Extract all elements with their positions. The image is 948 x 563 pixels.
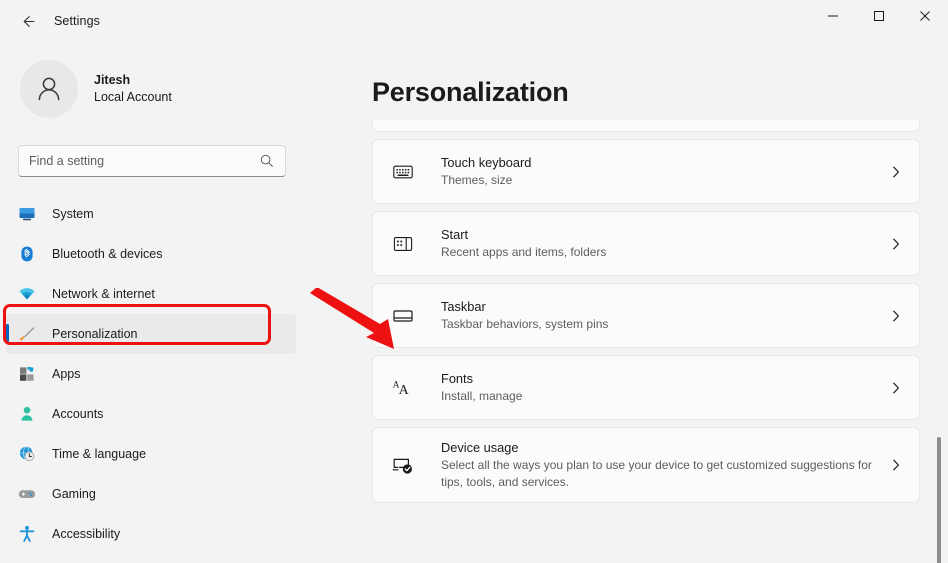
sidebar-item-bluetooth-devices[interactable]: Bluetooth & devices: [6, 234, 296, 274]
taskbar-icon: [391, 304, 415, 328]
settings-card-start[interactable]: Start Recent apps and items, folders: [372, 211, 920, 276]
start-menu-icon: [391, 232, 415, 256]
search-icon: [260, 154, 273, 167]
search-box[interactable]: [18, 145, 286, 177]
card-title: Fonts: [441, 371, 474, 386]
sidebar-item-apps[interactable]: Apps: [6, 354, 296, 394]
profile-name: Jitesh: [94, 73, 131, 87]
maximize-icon: [874, 11, 884, 21]
sidebar-item-label: Bluetooth & devices: [52, 247, 163, 261]
chevron-right-icon: [893, 238, 899, 249]
sidebar-item-time-language[interactable]: Time & language: [6, 434, 296, 474]
card-subtitle: Recent apps and items, folders: [441, 245, 607, 259]
search-container: [18, 145, 286, 177]
sidebar-item-accounts[interactable]: Accounts: [6, 394, 296, 434]
settings-card-device-usage[interactable]: Device usage Select all the ways you pla…: [372, 427, 920, 503]
person-avatar-icon: [38, 77, 60, 101]
user-profile[interactable]: Jitesh Local Account: [20, 60, 310, 118]
back-arrow-icon: [23, 15, 35, 27]
sidebar-item-accessibility[interactable]: Accessibility: [6, 514, 296, 554]
settings-card-fonts[interactable]: A A Fonts Install, manage: [372, 355, 920, 420]
sidebar-item-label: Personalization: [52, 327, 138, 341]
sidebar-item-label: Time & language: [52, 447, 147, 461]
sidebar-item-network-internet[interactable]: Network & internet: [6, 274, 296, 314]
sidebar-item-label: Accessibility: [52, 527, 121, 541]
account-person-icon: [18, 405, 36, 423]
settings-card-taskbar[interactable]: Taskbar Taskbar behaviors, system pins: [372, 283, 920, 348]
settings-card-touch-keyboard[interactable]: Touch keyboard Themes, size: [372, 139, 920, 204]
wifi-icon: [18, 285, 36, 303]
sidebar-item-system[interactable]: System: [6, 194, 296, 234]
window-controls: [810, 0, 948, 42]
system-monitor-icon: [18, 205, 36, 223]
chevron-right-button[interactable]: [889, 237, 903, 251]
card-title: Start: [441, 227, 469, 242]
main-content: Personalization Lock screen images, apps…: [310, 42, 948, 563]
apps-puzzle-icon: [18, 365, 36, 383]
accessibility-person-icon: [18, 525, 36, 543]
sidebar-item-personalization[interactable]: Personalization: [6, 314, 296, 354]
card-subtitle: Install, manage: [441, 389, 523, 403]
profile-account-type: Local Account: [94, 90, 172, 104]
settings-card-list: Lock screen images, apps, animations: [372, 120, 920, 563]
chevron-right-icon: [893, 310, 899, 321]
window-title: Settings: [54, 14, 100, 28]
svg-text:A: A: [399, 382, 410, 397]
minimize-button[interactable]: [810, 0, 856, 32]
sidebar-item-label: Network & internet: [52, 287, 155, 301]
sidebar-item-label: Gaming: [52, 487, 96, 501]
chevron-right-button[interactable]: [889, 381, 903, 395]
search-input[interactable]: [29, 154, 259, 168]
touch-keyboard-icon: [391, 160, 415, 184]
title-bar: Settings: [0, 0, 948, 42]
paintbrush-icon: [18, 325, 36, 343]
sidebar: Jitesh Local Account Find a setting Syst…: [0, 42, 310, 563]
bluetooth-icon: [18, 245, 36, 263]
game-controller-icon: [18, 485, 36, 503]
sidebar-nav: System Bluetooth & devices Network & int…: [0, 194, 296, 554]
scrollbar-thumb[interactable]: [937, 437, 941, 563]
chevron-right-icon: [893, 382, 899, 393]
close-button[interactable]: [902, 0, 948, 32]
card-subtitle: Select all the ways you plan to use your…: [441, 458, 872, 489]
sidebar-item-gaming[interactable]: Gaming: [6, 474, 296, 514]
close-icon: [920, 11, 930, 21]
chevron-right-button[interactable]: [889, 309, 903, 323]
device-usage-icon: [391, 453, 415, 477]
settings-card-lock-screen[interactable]: Lock screen images, apps, animations: [372, 120, 920, 132]
fonts-aa-icon: A A: [391, 376, 415, 400]
back-button[interactable]: [12, 6, 44, 36]
sidebar-item-label: Accounts: [52, 407, 104, 421]
card-subtitle: Taskbar behaviors, system pins: [441, 317, 609, 331]
content-scrollbar[interactable]: [932, 132, 946, 563]
card-title: Taskbar: [441, 299, 486, 314]
maximize-button[interactable]: [856, 0, 902, 32]
clock-globe-icon: [18, 445, 36, 463]
card-title: Touch keyboard: [441, 155, 532, 170]
minimize-icon: [828, 15, 838, 17]
chevron-right-icon: [893, 166, 899, 177]
avatar: [20, 60, 78, 118]
chevron-right-icon: [893, 459, 899, 471]
sidebar-item-label: Apps: [52, 367, 81, 381]
sidebar-item-label: System: [52, 207, 94, 221]
chevron-right-button[interactable]: [889, 165, 903, 179]
card-subtitle: Themes, size: [441, 173, 513, 187]
page-title: Personalization: [372, 77, 569, 107]
card-title: Device usage: [441, 440, 519, 455]
settings-window: Settings Jitesh Local Account Find a set…: [0, 0, 948, 563]
chevron-right-button[interactable]: [889, 458, 903, 472]
